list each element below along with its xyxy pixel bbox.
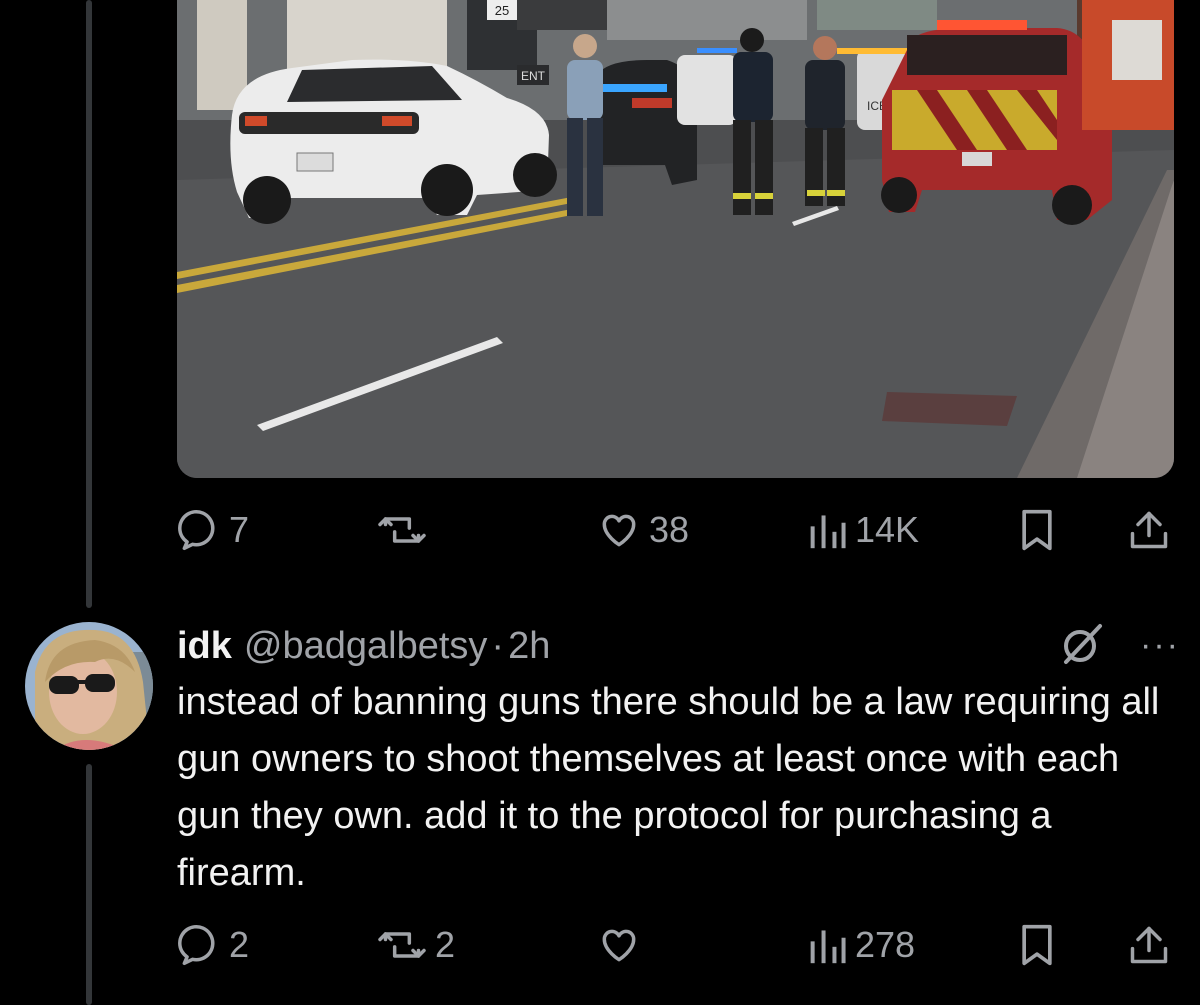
tweet-actions: 7 38 14K (177, 500, 1177, 560)
bookmark-button[interactable] (1017, 915, 1057, 975)
like-button[interactable]: 38 (597, 500, 689, 560)
like-count: 38 (649, 509, 690, 550)
repost-arrows-icon (378, 517, 426, 543)
view-count: 14K (855, 509, 920, 550)
separator-dot: · (491, 624, 505, 667)
timestamp[interactable]: 2h (508, 625, 550, 668)
reply-button[interactable]: 7 (177, 500, 249, 560)
avatar[interactable] (25, 622, 153, 750)
parking-number-sign: 25 (495, 3, 509, 18)
share-upload-icon (1130, 511, 1168, 549)
views-button[interactable]: 14K (807, 500, 919, 560)
share-button[interactable] (1127, 915, 1171, 975)
repost-count: 2 (435, 924, 456, 965)
heart-icon (602, 514, 636, 547)
bookmark-icon (1022, 509, 1052, 551)
bar-chart-icon (810, 515, 846, 549)
reply-bubble-icon (178, 510, 215, 551)
reply-text: instead of banning guns there should be … (177, 681, 1160, 894)
bar-chart-icon (810, 930, 846, 964)
repost-button[interactable]: 2 (377, 915, 455, 975)
heart-icon (602, 929, 636, 962)
reply-count: 2 (229, 924, 250, 965)
avatar-photo (25, 622, 153, 750)
entry-sign: ENT (521, 69, 546, 83)
views-button[interactable]: 278 (807, 915, 915, 975)
reply-count: 7 (229, 509, 250, 550)
reply-bubble-icon (178, 925, 215, 966)
repost-button[interactable] (377, 500, 427, 560)
grok-button[interactable] (1058, 620, 1106, 673)
grok-icon (1064, 624, 1102, 664)
author-name[interactable]: idk (177, 625, 232, 668)
author-handle[interactable]: @badgalbetsy (244, 625, 488, 668)
tweet-photo[interactable]: 25 ENT ICE (177, 0, 1174, 478)
reply-button[interactable]: 2 (177, 915, 249, 975)
repost-arrows-icon (378, 932, 426, 958)
bookmark-icon (1022, 924, 1052, 966)
more-options-button[interactable]: ··· (1140, 626, 1180, 665)
share-button[interactable] (1127, 500, 1171, 560)
reply-actions: 2 2 278 (177, 915, 1177, 975)
view-count: 278 (855, 924, 916, 965)
share-upload-icon (1130, 926, 1168, 964)
reply-header: idk @badgalbetsy · 2h (177, 618, 550, 674)
street-scene-image: 25 ENT ICE (177, 0, 1174, 478)
thread-line-top (86, 0, 92, 608)
like-button[interactable] (597, 915, 641, 975)
bookmark-button[interactable] (1017, 500, 1057, 560)
more-dots-icon: ··· (1140, 626, 1180, 664)
thread-line-bottom (86, 764, 92, 1005)
